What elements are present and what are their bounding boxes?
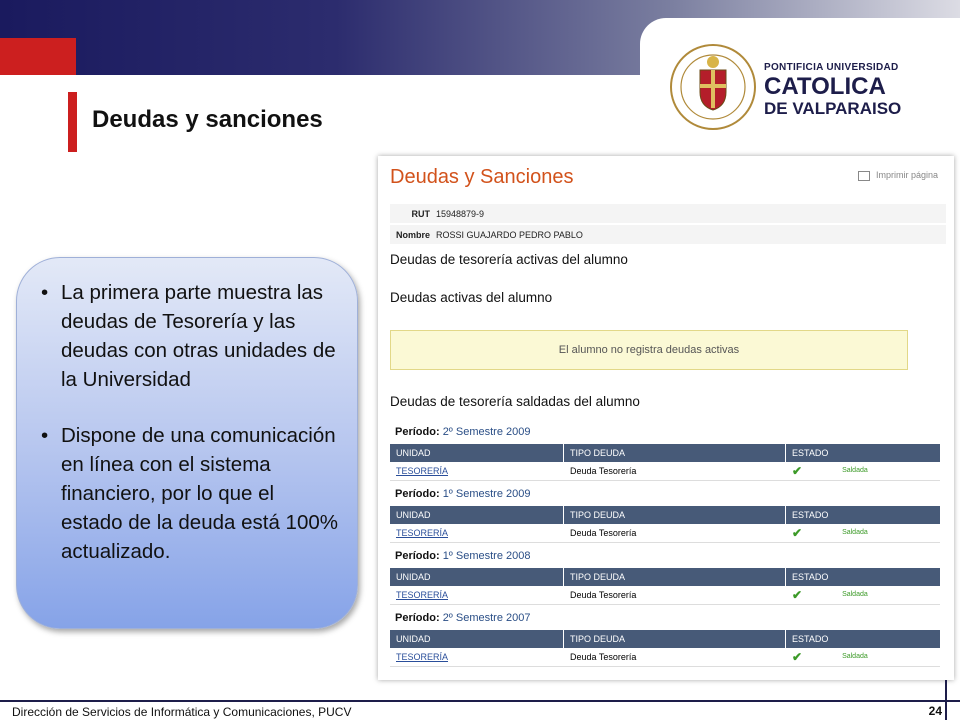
period-value: 1º Semestre 2008 — [442, 550, 531, 562]
estado-text: Saldada — [842, 653, 868, 660]
period-value: 2º Semestre 2007 — [442, 612, 531, 624]
period-label-key: Período: — [395, 426, 440, 438]
title-accent-bar — [68, 92, 77, 152]
period-label-key: Período: — [395, 488, 440, 500]
check-icon: ✔ — [792, 464, 803, 478]
table-header: UNIDAD TIPO DEUDA ESTADO — [390, 506, 940, 524]
printer-icon — [857, 170, 870, 181]
estado-text: Saldada — [842, 467, 868, 474]
check-icon: ✔ — [792, 650, 803, 664]
slide-title: Deudas y sanciones — [92, 106, 323, 133]
period-label: Período: 2º Semestre 2007 — [395, 612, 530, 624]
header-red-block — [0, 38, 76, 75]
rut-label: RUT — [411, 208, 431, 219]
no-debts-alert: El alumno no registra deudas activas — [390, 330, 908, 370]
unidad-link[interactable]: TESORERÍA — [390, 524, 564, 542]
student-info: RUT 15948879-9 Nombre ROSSI GUAJARDO PED… — [390, 204, 946, 246]
section-heading-treasury-paid: Deudas de tesorería saldadas del alumno — [390, 394, 640, 409]
header-tipo-deuda: TIPO DEUDA — [564, 568, 786, 586]
check-icon: ✔ — [792, 526, 803, 540]
period-value: 1º Semestre 2009 — [442, 488, 531, 500]
table-row: TESORERÍA Deuda Tesorería ✔ Saldada — [390, 462, 940, 481]
footer-text: Dirección de Servicios de Informática y … — [12, 705, 352, 719]
check-icon: ✔ — [792, 588, 803, 602]
callout-bullet: La primera parte muestra las deudas de T… — [41, 278, 339, 394]
section-heading-treasury-active: Deudas de tesorería activas del alumno — [390, 252, 628, 267]
estado-text: Saldada — [842, 591, 868, 598]
print-page-link[interactable]: Imprimir página — [857, 170, 938, 181]
university-seal-icon — [670, 44, 756, 130]
estado-cell: ✔ Saldada — [786, 586, 940, 604]
estado-cell: ✔ Saldada — [786, 648, 940, 666]
period-label: Período: 1º Semestre 2008 — [395, 550, 530, 562]
estado-cell: ✔ Saldada — [786, 524, 940, 542]
header-estado: ESTADO — [792, 448, 829, 458]
header-estado: ESTADO — [792, 634, 829, 644]
callout-list: La primera parte muestra las deudas de T… — [17, 258, 357, 566]
screenshot-title: Deudas y Sanciones — [390, 166, 574, 188]
table-row: TESORERÍA Deuda Tesorería ✔ Saldada — [390, 648, 940, 667]
footer-divider — [0, 700, 960, 702]
period-label: Período: 2º Semestre 2009 — [395, 426, 530, 438]
unidad-link[interactable]: TESORERÍA — [390, 462, 564, 480]
estado-cell: ✔ Saldada — [786, 462, 940, 480]
page-number-divider — [945, 680, 947, 720]
callout-box: La primera parte muestra las deudas de T… — [16, 257, 358, 629]
estado-text: Saldada — [842, 529, 868, 536]
header-estado: ESTADO — [792, 510, 829, 520]
header-tipo-deuda: TIPO DEUDA — [564, 630, 786, 648]
university-name-line3: DE VALPARAISO — [764, 99, 902, 118]
university-name: PONTIFICIA UNIVERSIDAD CATOLICA DE VALPA… — [764, 62, 901, 119]
period-label-key: Período: — [395, 612, 440, 624]
period-value: 2º Semestre 2009 — [442, 426, 531, 438]
header-unidad: UNIDAD — [390, 506, 564, 524]
header-tipo-deuda: TIPO DEUDA — [564, 506, 786, 524]
print-label: Imprimir página — [875, 170, 938, 180]
callout-bullet: Dispone de una comunicación en línea con… — [41, 421, 339, 566]
table-row: TESORERÍA Deuda Tesorería ✔ Saldada — [390, 524, 940, 543]
header-estado: ESTADO — [792, 572, 829, 582]
period-label-key: Período: — [395, 550, 440, 562]
header-unidad: UNIDAD — [390, 444, 564, 462]
tipo-deuda: Deuda Tesorería — [570, 528, 637, 538]
rut-value: 15948879-9 — [436, 208, 485, 219]
table-row: TESORERÍA Deuda Tesorería ✔ Saldada — [390, 586, 940, 605]
period-label: Período: 1º Semestre 2009 — [395, 488, 530, 500]
header-unidad: UNIDAD — [390, 630, 564, 648]
nombre-value: ROSSI GUAJARDO PEDRO PABLO — [436, 229, 583, 240]
table-header: UNIDAD TIPO DEUDA ESTADO — [390, 630, 940, 648]
tipo-deuda: Deuda Tesorería — [570, 466, 637, 476]
table-header: UNIDAD TIPO DEUDA ESTADO — [390, 568, 940, 586]
section-heading-active-debts: Deudas activas del alumno — [390, 290, 553, 305]
table-header: UNIDAD TIPO DEUDA ESTADO — [390, 444, 940, 462]
embedded-screenshot: Deudas y Sanciones Imprimir página RUT 1… — [378, 156, 954, 680]
unidad-link[interactable]: TESORERÍA — [390, 648, 564, 666]
page-number: 24 — [928, 704, 942, 718]
university-name-line2: CATOLICA — [764, 73, 886, 100]
header-unidad: UNIDAD — [390, 568, 564, 586]
rut-row: RUT 15948879-9 — [390, 204, 946, 223]
nombre-label: Nombre — [395, 229, 430, 240]
unidad-link[interactable]: TESORERÍA — [390, 586, 564, 604]
tipo-deuda: Deuda Tesorería — [570, 652, 637, 662]
header-tipo-deuda: TIPO DEUDA — [564, 444, 786, 462]
nombre-row: Nombre ROSSI GUAJARDO PEDRO PABLO — [390, 225, 946, 244]
tipo-deuda: Deuda Tesorería — [570, 590, 637, 600]
university-name-line1: PONTIFICIA UNIVERSIDAD — [764, 62, 899, 73]
